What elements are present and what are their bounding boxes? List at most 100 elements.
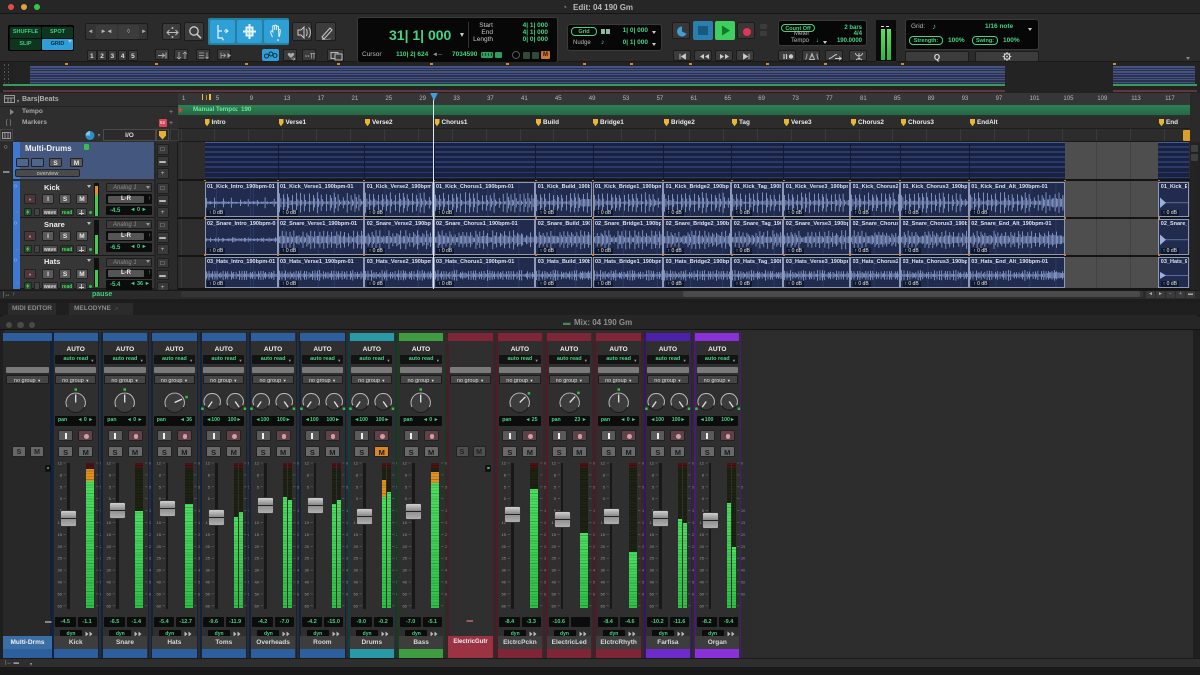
- svg-text:25: 25: [156, 556, 161, 561]
- svg-text:5: 5: [356, 484, 359, 489]
- svg-text:25: 25: [551, 556, 556, 561]
- svg-text:60: 60: [107, 603, 112, 608]
- svg-text:0: 0: [356, 496, 359, 501]
- svg-text:50: 50: [600, 591, 605, 596]
- svg-text:15: 15: [304, 532, 309, 537]
- svg-text:50: 50: [650, 591, 655, 596]
- svg-text:8: 8: [158, 472, 161, 477]
- svg-text:20: 20: [107, 544, 112, 549]
- svg-text:0: 0: [60, 496, 63, 501]
- svg-text:60: 60: [741, 592, 745, 596]
- svg-text:30: 30: [107, 568, 112, 573]
- svg-text:8: 8: [208, 472, 211, 477]
- svg-text:8: 8: [652, 472, 655, 477]
- svg-text:40: 40: [354, 580, 359, 585]
- svg-text:15: 15: [206, 532, 211, 537]
- svg-text:60: 60: [650, 603, 655, 608]
- svg-text:40: 40: [107, 580, 112, 585]
- svg-text:15: 15: [58, 532, 63, 537]
- svg-text:12: 12: [650, 461, 655, 466]
- svg-text:40: 40: [58, 580, 63, 585]
- svg-text:50: 50: [58, 591, 63, 596]
- svg-text:5: 5: [701, 484, 704, 489]
- svg-text:60: 60: [58, 603, 63, 608]
- svg-text:0: 0: [652, 496, 655, 501]
- svg-text:12: 12: [502, 461, 507, 466]
- svg-text:0: 0: [504, 496, 507, 501]
- svg-text:50: 50: [354, 591, 359, 596]
- svg-text:60: 60: [699, 603, 704, 608]
- svg-text:15: 15: [699, 532, 704, 537]
- svg-text:30: 30: [600, 568, 605, 573]
- svg-text:30: 30: [58, 568, 63, 573]
- svg-text:30: 30: [699, 568, 704, 573]
- svg-text:0: 0: [208, 496, 211, 501]
- svg-text:40: 40: [650, 580, 655, 585]
- svg-text:8: 8: [257, 472, 260, 477]
- svg-text:5: 5: [257, 484, 260, 489]
- svg-text:20: 20: [600, 544, 605, 549]
- svg-text:50: 50: [107, 591, 112, 596]
- svg-text:10: 10: [156, 520, 161, 525]
- svg-text:12: 12: [58, 461, 63, 466]
- svg-text:15: 15: [403, 532, 408, 537]
- svg-text:10: 10: [741, 509, 745, 513]
- svg-text:60: 60: [304, 603, 309, 608]
- svg-text:15: 15: [551, 532, 556, 537]
- svg-text:25: 25: [699, 556, 704, 561]
- svg-text:40: 40: [255, 580, 260, 585]
- svg-text:12: 12: [354, 461, 359, 466]
- svg-text:60: 60: [551, 603, 556, 608]
- svg-text:15: 15: [107, 532, 112, 537]
- svg-text:40: 40: [600, 580, 605, 585]
- svg-text:20: 20: [699, 544, 704, 549]
- svg-text:12: 12: [206, 461, 211, 466]
- svg-text:5: 5: [553, 484, 556, 489]
- svg-text:20: 20: [741, 533, 745, 537]
- svg-text:15: 15: [255, 532, 260, 537]
- svg-text:5: 5: [307, 484, 310, 489]
- svg-text:50: 50: [255, 591, 260, 596]
- svg-text:60: 60: [502, 603, 507, 608]
- svg-text:20: 20: [403, 544, 408, 549]
- svg-text:40: 40: [551, 580, 556, 585]
- svg-text:5: 5: [504, 484, 507, 489]
- svg-text:12: 12: [600, 461, 605, 466]
- svg-text:12: 12: [403, 461, 408, 466]
- svg-text:8: 8: [553, 472, 556, 477]
- svg-text:25: 25: [304, 556, 309, 561]
- svg-text:60: 60: [156, 603, 161, 608]
- svg-text:8: 8: [109, 472, 112, 477]
- svg-text:15: 15: [156, 532, 161, 537]
- svg-text:60: 60: [206, 603, 211, 608]
- svg-text:20: 20: [650, 544, 655, 549]
- svg-text:8: 8: [356, 472, 359, 477]
- svg-text:25: 25: [206, 556, 211, 561]
- svg-text:25: 25: [600, 556, 605, 561]
- svg-text:20: 20: [354, 544, 359, 549]
- svg-text:60: 60: [354, 603, 359, 608]
- svg-text:20: 20: [502, 544, 507, 549]
- svg-text:40: 40: [699, 580, 704, 585]
- svg-text:12: 12: [107, 461, 112, 466]
- svg-text:30: 30: [206, 568, 211, 573]
- svg-text:8: 8: [405, 472, 408, 477]
- svg-text:30: 30: [255, 568, 260, 573]
- svg-text:5: 5: [405, 484, 408, 489]
- svg-text:40: 40: [741, 569, 745, 573]
- svg-text:15: 15: [650, 532, 655, 537]
- svg-text:50: 50: [502, 591, 507, 596]
- svg-text:60: 60: [403, 603, 408, 608]
- svg-text:25: 25: [107, 556, 112, 561]
- svg-text:30: 30: [650, 568, 655, 573]
- svg-text:5: 5: [652, 484, 655, 489]
- svg-text:40: 40: [502, 580, 507, 585]
- svg-text:60: 60: [600, 603, 605, 608]
- svg-text:40: 40: [304, 580, 309, 585]
- svg-text:25: 25: [741, 545, 745, 549]
- svg-text:8: 8: [504, 472, 507, 477]
- svg-text:20: 20: [551, 544, 556, 549]
- svg-text:30: 30: [741, 557, 745, 561]
- svg-text:5: 5: [60, 484, 63, 489]
- svg-text:20: 20: [304, 544, 309, 549]
